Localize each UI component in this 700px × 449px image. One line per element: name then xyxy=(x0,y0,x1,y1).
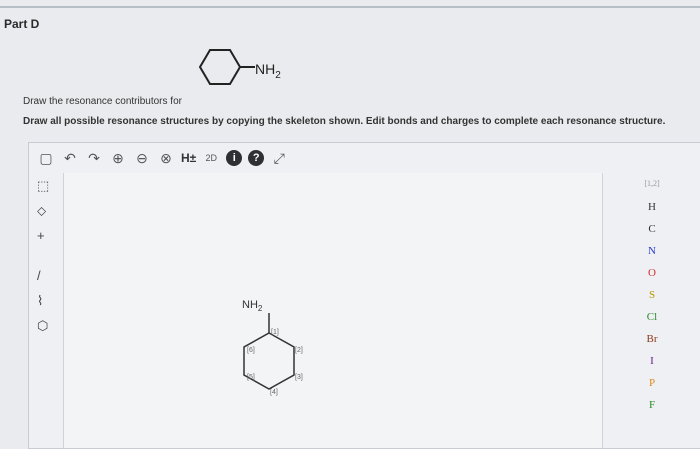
atom-index-1: [1] xyxy=(271,329,279,336)
redo-icon[interactable]: ↷ xyxy=(85,149,103,167)
question-molecule-skeleton xyxy=(198,49,255,85)
zoom-out-icon[interactable]: ⊖ xyxy=(133,149,151,167)
element-br[interactable]: Br xyxy=(604,333,700,345)
help-icon[interactable]: ? xyxy=(248,150,265,166)
element-c[interactable]: C xyxy=(604,223,700,235)
eraser-tool-icon[interactable]: ⬦ xyxy=(37,203,46,219)
atom-index-2: [2] xyxy=(295,347,303,354)
canvas-amine-label: NH2 xyxy=(242,299,263,314)
info-icon[interactable]: i xyxy=(226,150,243,166)
editor-toolbar: ▢ ↶ ↷ ⊕ ⊖ ⊗ H± 2D i ? ⤢ xyxy=(29,143,700,173)
element-h[interactable]: H xyxy=(604,201,700,213)
element-f[interactable]: F xyxy=(604,399,700,411)
element-cl[interactable]: Cl xyxy=(604,311,700,323)
left-toolbar: ⬚ ⬦ + / ⌇ ⬡ xyxy=(29,173,61,448)
undo-icon[interactable]: ↶ xyxy=(61,149,79,167)
charge-plus-icon[interactable]: + xyxy=(37,228,45,243)
expand-icon[interactable]: ⤢ xyxy=(270,149,288,167)
atom-index-4: [4] xyxy=(270,389,278,396)
atom-index-5: [5] xyxy=(247,374,255,381)
chain-tool-icon[interactable]: ⌇ xyxy=(37,293,43,309)
stereo-2d-icon[interactable]: 2D xyxy=(202,149,220,167)
new-document-icon[interactable]: ▢ xyxy=(37,149,55,167)
part-title: Part D xyxy=(4,17,40,31)
element-n[interactable]: N xyxy=(604,245,700,257)
select-tool-icon[interactable]: ⬚ xyxy=(37,178,49,194)
structure-editor: ▢ ↶ ↷ ⊕ ⊖ ⊗ H± 2D i ? ⤢ ⬚ ⬦ + / ⌇ ⬡ NH2 … xyxy=(28,142,700,449)
template-tool-icon[interactable]: ⬡ xyxy=(37,318,48,334)
instruction-line-1: Draw the resonance contributors for xyxy=(23,96,182,107)
canvas-molecule xyxy=(243,313,295,390)
instruction-line-2: Draw all possible resonance structures b… xyxy=(23,116,666,127)
element-p[interactable]: P xyxy=(604,377,700,389)
element-o[interactable]: O xyxy=(604,267,700,279)
element-palette: [1,2] H C N O S Cl Br I P F xyxy=(604,173,700,448)
clear-icon[interactable]: ⊗ xyxy=(157,149,175,167)
zoom-in-icon[interactable]: ⊕ xyxy=(109,149,127,167)
element-s[interactable]: S xyxy=(604,289,700,301)
palette-header: [1,2] xyxy=(644,179,660,188)
bond-tool-icon[interactable]: / xyxy=(37,268,41,283)
drawing-canvas[interactable]: NH2 [1] [2] [3] [4] [5] [6] xyxy=(63,173,603,448)
hydrogen-toggle-button[interactable]: H± xyxy=(181,149,196,167)
header-divider xyxy=(0,6,700,8)
element-i[interactable]: I xyxy=(604,355,700,367)
atom-index-3: [3] xyxy=(295,374,303,381)
atom-index-6: [6] xyxy=(247,347,255,354)
question-substituent-label: NH2 xyxy=(255,61,281,81)
